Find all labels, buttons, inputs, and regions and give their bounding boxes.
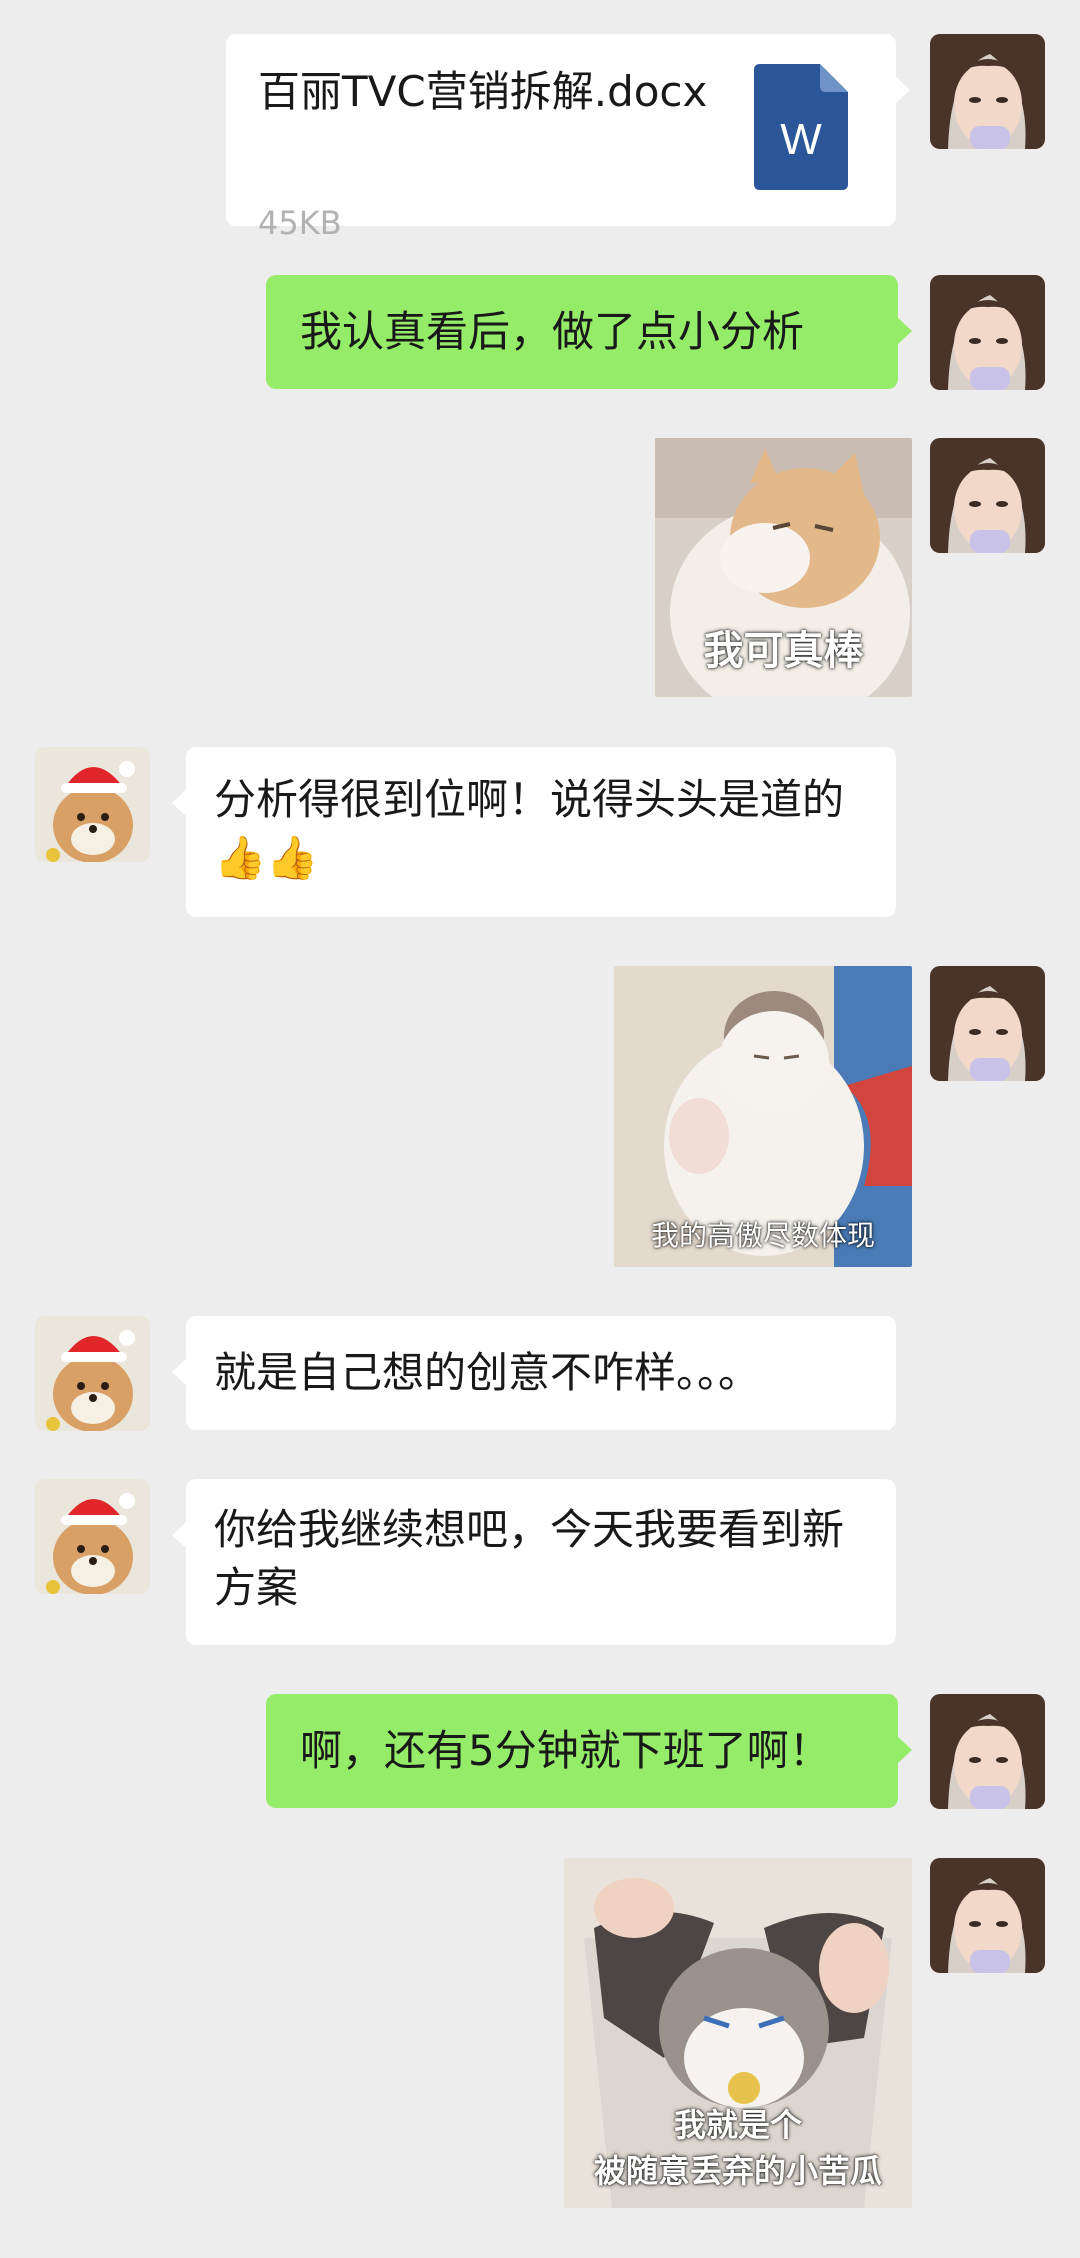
cat-sticker-image[interactable]: 我就是个 被随意丢弃的小苦瓜 — [564, 1858, 912, 2208]
sticker-caption: 我可真棒 — [703, 628, 864, 674]
self-avatar[interactable] — [930, 1858, 1045, 1973]
contact-avatar[interactable] — [35, 1316, 150, 1431]
thumbs-up-emoji: 👍👍 — [214, 833, 319, 882]
contact-message-bubble[interactable]: 分析得很到位啊！说得头头是道的 👍👍 — [172, 747, 896, 917]
cat-sticker-image[interactable]: 我的高傲尽数体现 — [614, 966, 912, 1267]
self-avatar[interactable] — [930, 1694, 1045, 1809]
self-avatar[interactable] — [930, 966, 1045, 1081]
message-text: 你给我继续想吧，今天我要看到新方案 — [214, 1505, 845, 1612]
svg-text:W: W — [780, 115, 822, 164]
sticker-caption-line1: 我就是个 — [673, 2106, 802, 2144]
self-message-bubble[interactable]: 我认真看后，做了点小分析 — [266, 275, 912, 389]
message-text: 就是自己想的创意不咋样。。。 — [214, 1348, 761, 1397]
file-size: 45KB — [258, 204, 342, 242]
sticker-caption: 我的高傲尽数体现 — [650, 1219, 875, 1252]
cat-sticker-image[interactable]: 我可真棒 — [655, 438, 912, 697]
file-message-bubble[interactable]: 百丽TVC营销拆解.docx 45KB W — [226, 34, 910, 242]
message-text: 分析得很到位啊！说得头头是道的 — [214, 775, 845, 824]
contact-avatar[interactable] — [35, 747, 150, 862]
self-avatar[interactable] — [930, 438, 1045, 553]
file-name: 百丽TVC营销拆解.docx — [258, 67, 708, 116]
word-document-icon: W — [754, 64, 848, 190]
self-avatar[interactable] — [930, 275, 1045, 390]
message-text: 啊，还有5分钟就下班了啊！ — [300, 1726, 831, 1775]
sticker-caption-line2: 被随意丢弃的小苦瓜 — [593, 2152, 882, 2190]
contact-avatar[interactable] — [35, 1479, 150, 1594]
contact-message-bubble[interactable]: 就是自己想的创意不咋样。。。 — [172, 1316, 896, 1430]
self-message-bubble[interactable]: 啊，还有5分钟就下班了啊！ — [266, 1694, 912, 1808]
self-avatar[interactable] — [930, 34, 1045, 149]
contact-message-bubble[interactable]: 你给我继续想吧，今天我要看到新方案 — [172, 1479, 896, 1645]
message-text: 我认真看后，做了点小分析 — [300, 307, 805, 356]
